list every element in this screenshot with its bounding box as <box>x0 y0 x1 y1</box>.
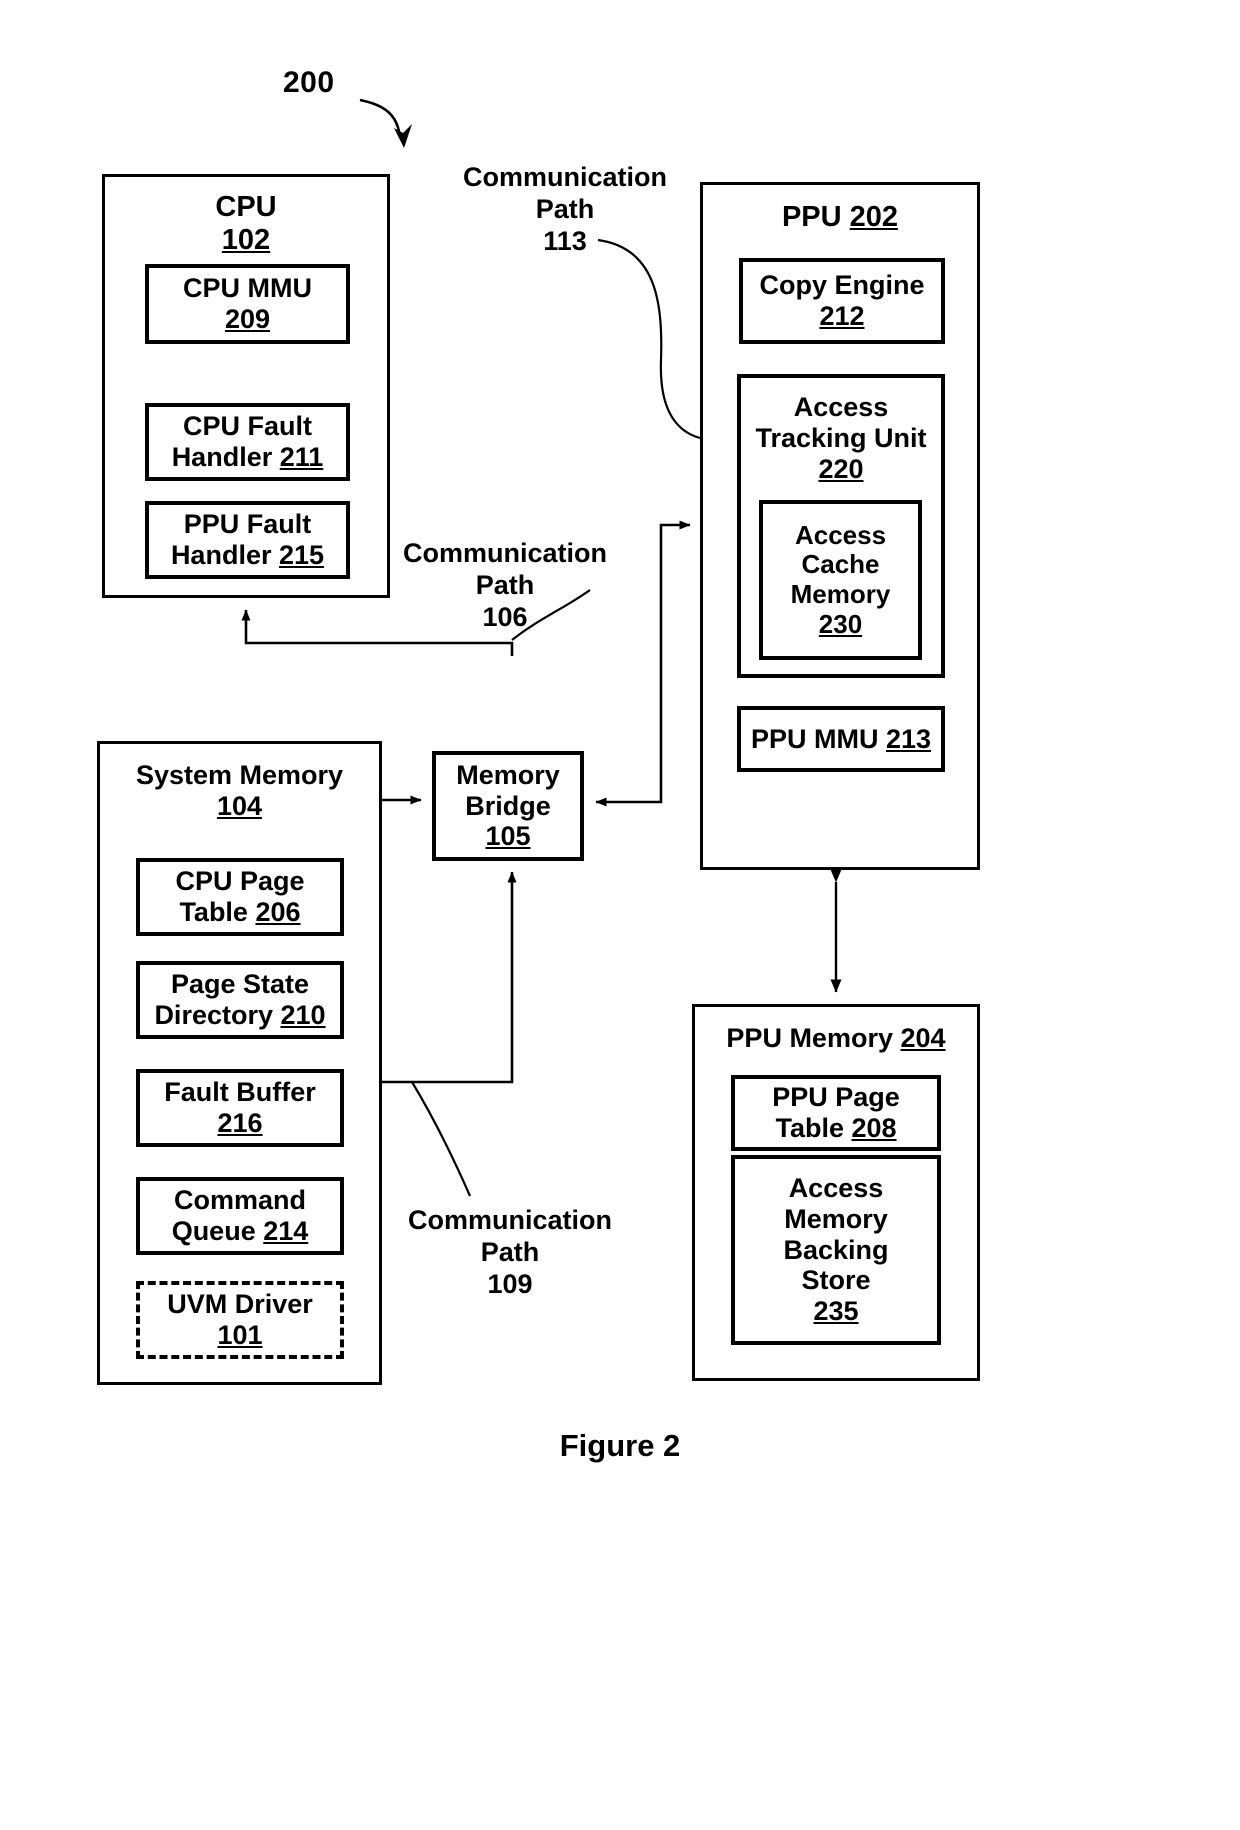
cpu-block-number: 102 <box>221 224 271 257</box>
system-memory-number: 104 <box>216 790 263 821</box>
ppu-block-title: PPU 202 <box>781 201 899 233</box>
ppu-page-table-number: 208 <box>851 1113 897 1143</box>
fault-buffer-block: Fault Buffer 216 <box>136 1069 344 1147</box>
page-state-directory-number: 210 <box>280 1000 326 1030</box>
uvm-driver-number: 101 <box>217 1320 263 1350</box>
access-cache-memory-block: Access Cache Memory 230 <box>759 500 922 660</box>
cpu-mmu-title: CPU MMU 209 <box>183 273 312 334</box>
leader-line-109 <box>411 1081 472 1197</box>
access-memory-backing-store-number: 235 <box>813 1296 859 1327</box>
patent-figure-page: 200 CPU 102 CPU MMU 209 CPU Fault Handler 2… <box>0 0 1240 1830</box>
ppu-mmu-number: 213 <box>885 723 932 754</box>
page-state-directory-title: Page State Directory 210 <box>154 969 326 1030</box>
leader-arrow-200 <box>394 124 412 148</box>
cpu-fault-handler-title: CPU Fault Handler 211 <box>171 411 324 472</box>
page-state-directory-block: Page State Directory 210 <box>136 961 344 1039</box>
copy-engine-block: Copy Engine 212 <box>739 258 945 344</box>
command-queue-number: 214 <box>263 1216 309 1246</box>
command-queue-block: Command Queue 214 <box>136 1177 344 1255</box>
access-cache-memory-title: Access Cache Memory 230 <box>790 519 891 639</box>
access-tracking-unit-number: 220 <box>818 453 864 484</box>
communication-path-109-label: Communication Path 109 <box>407 1205 612 1299</box>
ppu-fault-handler-block: PPU Fault Handler 215 <box>145 501 350 579</box>
memory-bridge-block: Memory Bridge 105 <box>432 751 584 861</box>
copy-engine-title: Copy Engine 212 <box>759 270 925 331</box>
ppu-block-number: 202 <box>849 201 899 233</box>
ppu-mmu-block: PPU MMU 213 <box>737 706 945 772</box>
communication-path-106-label: Communication Path 106 <box>402 538 607 632</box>
fault-buffer-number: 216 <box>217 1108 263 1138</box>
access-tracking-unit-title: Access Tracking Unit 220 <box>755 392 927 484</box>
leader-line-200 <box>359 98 402 139</box>
access-cache-memory-number: 230 <box>818 608 863 639</box>
figure-caption: Figure 2 <box>559 1428 681 1463</box>
cpu-mmu-number: 209 <box>224 304 271 334</box>
cpu-page-table-block: CPU Page Table 206 <box>136 858 344 936</box>
uvm-driver-block: UVM Driver 101 <box>136 1281 344 1359</box>
access-memory-backing-store-title: Access Memory Backing Store 235 <box>783 1173 889 1327</box>
cpu-page-table-number: 206 <box>255 897 301 927</box>
ppu-mmu-title: PPU MMU 213 <box>750 723 932 754</box>
cpu-block-title: CPU 102 <box>215 191 277 257</box>
arrow-sysmem-to-bridge-bottom <box>382 871 517 1084</box>
memory-bridge-title: Memory Bridge 105 <box>456 759 560 852</box>
leader-line-113 <box>597 238 701 440</box>
arrow-ppu-to-bridge <box>595 777 663 807</box>
command-queue-title: Command Queue 214 <box>171 1185 309 1246</box>
cpu-fault-handler-block: CPU Fault Handler 211 <box>145 403 350 481</box>
copy-engine-number: 212 <box>819 301 865 331</box>
access-memory-backing-store-block: Access Memory Backing Store 235 <box>731 1155 941 1345</box>
arrow-bridge-to-ppu <box>659 520 691 777</box>
ppu-memory-title: PPU Memory 204 <box>726 1023 946 1053</box>
ppu-page-table-block: PPU Page Table 208 <box>731 1075 941 1151</box>
system-memory-title: System Memory 104 <box>135 760 344 821</box>
fault-buffer-title: Fault Buffer 216 <box>164 1077 316 1138</box>
ppu-memory-number: 204 <box>900 1023 946 1053</box>
uvm-driver-title: UVM Driver 101 <box>167 1289 313 1350</box>
ppu-fault-handler-number: 215 <box>278 540 325 570</box>
cpu-fault-handler-number: 211 <box>279 442 324 472</box>
memory-bridge-number: 105 <box>485 821 531 852</box>
ppu-page-table-title: PPU Page Table 208 <box>772 1082 900 1143</box>
figure-reference-number: 200 <box>283 66 335 99</box>
communication-path-113-label: Communication Path 113 <box>462 162 667 256</box>
ppu-fault-handler-title: PPU Fault Handler 215 <box>170 509 325 570</box>
cpu-mmu-block: CPU MMU 209 <box>145 264 350 344</box>
cpu-page-table-title: CPU Page Table 206 <box>175 866 305 927</box>
